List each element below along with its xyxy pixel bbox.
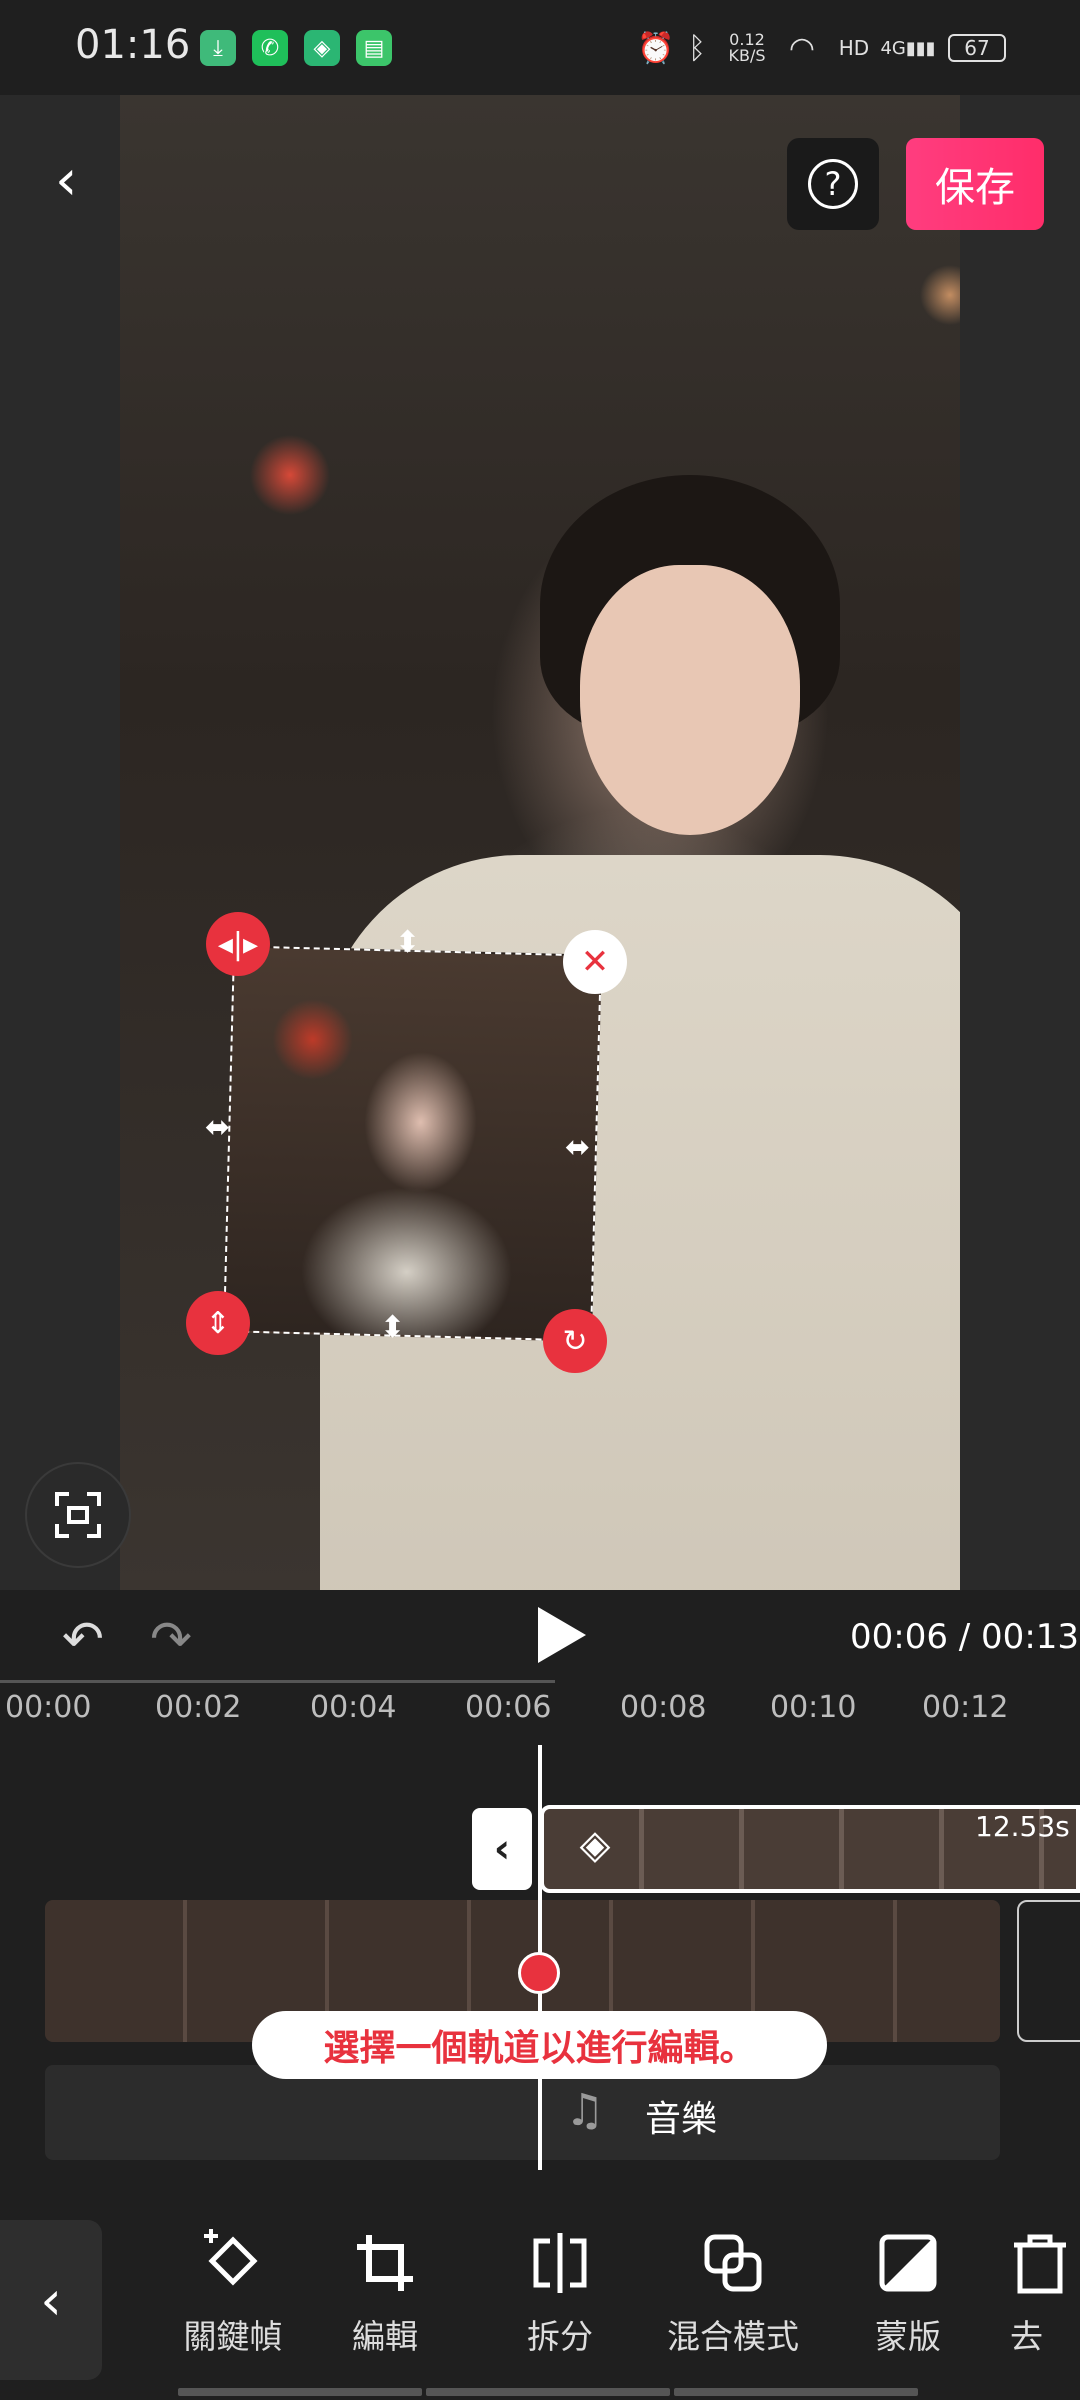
remove-overlay-handle[interactable]: ✕ (563, 930, 627, 994)
music-track-label: 音樂 (645, 2099, 718, 2140)
layers-icon: ◈ (579, 1822, 611, 1868)
shield-icon: ◈ (304, 30, 340, 66)
ruler-tick: 00:00 (5, 1690, 92, 1725)
wifi-icon: ◠ (788, 30, 816, 66)
ruler-tick: 00:06 (465, 1690, 552, 1725)
split-label: 拆分 (527, 2317, 593, 2356)
help-icon: ? (808, 159, 858, 209)
fullscreen-button[interactable] (25, 1462, 131, 1568)
blend-mode-label: 混合模式 (667, 2317, 799, 2356)
scroll-segment (426, 2388, 670, 2396)
delete-label: 去 (1010, 2317, 1043, 2356)
play-button[interactable] (538, 1607, 586, 1663)
mask-button[interactable]: 蒙版 (833, 2225, 983, 2375)
blend-icon (701, 2225, 765, 2300)
flip-vertical-icon: ⇕ (205, 1305, 231, 1341)
add-clip-slot[interactable] (1017, 1900, 1080, 2042)
scroll-segment (178, 2388, 422, 2396)
resize-right-handle[interactable]: ⬌ (565, 1130, 590, 1165)
blend-mode-button[interactable]: 混合模式 (658, 2225, 808, 2375)
crop-icon (353, 2225, 417, 2300)
timecode: 00:06 / 00:13 (850, 1617, 1080, 1657)
close-icon: ✕ (580, 942, 610, 982)
rotate-icon: ↻ (562, 1323, 588, 1359)
toolbar-scroll-indicator (178, 2388, 918, 2396)
ruler-tick: 00:08 (620, 1690, 707, 1725)
ruler-tick: 00:04 (310, 1690, 397, 1725)
hint-tooltip: 選擇一個軌道以進行編輯。 (252, 2011, 827, 2079)
edit-button[interactable]: 編輯 (310, 2225, 460, 2375)
ruler-tick: 00:10 (770, 1690, 857, 1725)
bluetooth-icon: ᛒ (688, 30, 706, 66)
split-button[interactable]: 拆分 (485, 2225, 635, 2375)
video-preview[interactable] (120, 95, 960, 1590)
delete-icon (1010, 2225, 1070, 2300)
split-icon (528, 2225, 592, 2300)
status-time: 01:16 (75, 22, 191, 68)
music-track[interactable] (45, 2065, 1000, 2160)
flip-vertical-handle[interactable]: ⇕ (186, 1291, 250, 1355)
overlay-clip-preview[interactable] (222, 945, 603, 1342)
hd-icon: HD (838, 36, 870, 60)
video-subject-face (580, 565, 800, 835)
ruler-tick: 00:12 (922, 1690, 1009, 1725)
signal-icon: 4G ▮▮▮ (880, 37, 936, 59)
mask-icon (878, 2225, 938, 2300)
fullscreen-icon (55, 1492, 101, 1538)
add-music-icon: ♫ (565, 2085, 605, 2136)
delete-button[interactable]: 去 (1010, 2225, 1080, 2375)
network-speed: 0.12 KB/S (728, 30, 766, 65)
chat-icon: ▤ (356, 30, 392, 66)
alarm-icon: ⏰ (637, 30, 675, 66)
resize-top-handle[interactable]: ⬍ (395, 925, 420, 960)
undo-button[interactable]: ↶ (62, 1610, 104, 1668)
back-button[interactable]: ‹ (55, 148, 105, 213)
ruler-progress-line (0, 1680, 555, 1683)
battery-indicator: 67 (948, 34, 1006, 62)
download-icon: ⤓ (200, 30, 236, 66)
rotate-handle[interactable]: ↻ (543, 1309, 607, 1373)
playhead-marker[interactable] (518, 1952, 560, 1994)
keyframe-icon (198, 2225, 268, 2300)
toolbar-back-button[interactable]: ‹ (0, 2220, 102, 2380)
edit-label: 編輯 (352, 2317, 418, 2356)
mask-label: 蒙版 (875, 2317, 941, 2356)
phone-icon: ✆ (252, 30, 288, 66)
resize-left-handle[interactable]: ⬌ (205, 1110, 230, 1145)
flip-horizontal-icon: ◂|▸ (217, 926, 259, 962)
keyframe-button[interactable]: 關鍵幀 (158, 2225, 308, 2375)
overlay-trim-handle[interactable]: ‹ (472, 1808, 532, 1890)
flip-horizontal-handle[interactable]: ◂|▸ (206, 912, 270, 976)
overlay-duration: 12.53s (975, 1810, 1070, 1843)
scroll-segment (674, 2388, 918, 2396)
network-type: 4G (880, 37, 906, 59)
resize-bottom-handle[interactable]: ⬍ (380, 1310, 405, 1345)
keyframe-label: 關鍵幀 (183, 2317, 283, 2356)
ruler-tick: 00:02 (155, 1690, 242, 1725)
redo-button[interactable]: ↷ (150, 1610, 192, 1668)
save-button[interactable]: 保存 (906, 138, 1044, 230)
help-button[interactable]: ? (787, 138, 879, 230)
